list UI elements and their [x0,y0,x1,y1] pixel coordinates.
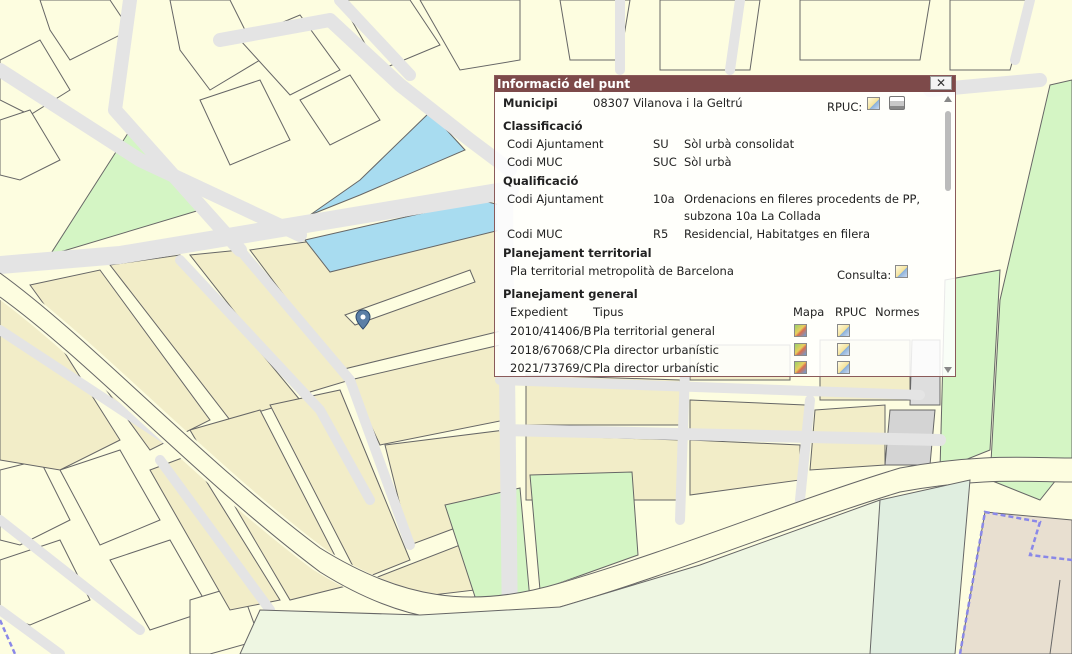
tipus-cell: Pla director urbanístic [593,361,719,375]
consulta-document-icon[interactable] [895,265,908,278]
close-icon: ✕ [935,76,947,90]
expedient-cell: 2010/41406/B [510,324,592,338]
document-icon[interactable] [837,361,850,374]
municipi-label: Municipi [503,96,558,110]
popup-scrollbar[interactable] [941,93,955,376]
scroll-up-icon[interactable] [944,96,952,102]
map-icon[interactable] [794,343,807,356]
document-icon[interactable] [867,97,880,110]
point-info-popup: Informació del punt ✕ Municipi 08307 Vil… [494,75,956,377]
qual-row-desc-line2: subzona 10a La Collada [684,209,821,223]
tipus-cell: Pla director urbanístic [593,343,719,357]
document-icon[interactable] [837,343,850,356]
class-row-label: Codi MUC [507,155,563,169]
document-icon[interactable] [837,324,850,337]
general-heading: Planejament general [503,287,638,301]
qual-row-desc: Residencial, Habitatges en filera [684,227,871,241]
qual-row-desc: Ordenacions en fileres procedents de PP, [684,192,921,206]
popup-title: Informació del punt [497,77,631,91]
qual-row-code: R5 [653,227,669,241]
consulta-label: Consulta: [837,268,892,282]
expedient-cell: 2021/73769/C [510,361,592,375]
col-header-normes: Normes [875,305,920,319]
col-header-expedient: Expedient [510,305,568,319]
rpuc-label: RPUC: [827,100,863,114]
tipus-cell: Pla territorial general [593,324,715,338]
class-row-label: Codi Ajuntament [507,137,604,151]
class-row-code: SUC [653,155,677,169]
qualificacio-heading: Qualificació [503,174,579,188]
class-row-code: SU [653,137,669,151]
class-row-desc: Sòl urbà [684,155,732,169]
col-header-rpuc: RPUC [835,305,867,319]
territorial-heading: Planejament territorial [503,246,652,260]
qual-row-code: 10a [653,192,675,206]
class-row-desc: Sòl urbà consolidat [684,137,795,151]
map-icon[interactable] [794,324,807,337]
col-header-tipus: Tipus [593,305,624,319]
qual-row-label: Codi Ajuntament [507,192,604,206]
scroll-thumb[interactable] [945,111,951,191]
popup-body: Municipi 08307 Vilanova i la Geltrú RPUC… [495,93,941,376]
municipi-value: 08307 Vilanova i la Geltrú [593,96,743,110]
popup-titlebar: Informació del punt ✕ [495,76,955,92]
classificacio-heading: Classificació [503,119,583,133]
lower-strip [869,479,971,654]
territorial-plan: Pla territorial metropolità de Barcelona [510,264,734,278]
qual-row-label: Codi MUC [507,227,563,241]
expedient-cell: 2018/67068/C [510,343,592,357]
close-button[interactable]: ✕ [930,76,952,90]
scroll-down-icon[interactable] [944,367,952,373]
col-header-mapa: Mapa [793,305,825,319]
map-icon[interactable] [794,361,807,374]
printer-icon[interactable] [889,96,905,110]
